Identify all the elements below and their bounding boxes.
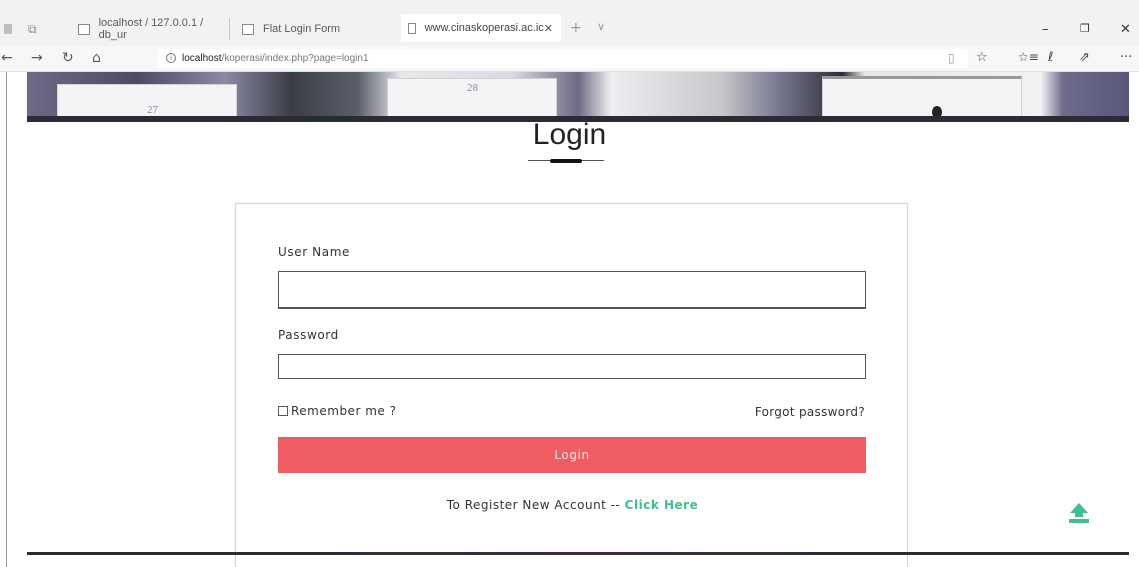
forward-arrow-icon[interactable]: → <box>31 50 43 66</box>
notes-icon[interactable]: ℓ <box>1048 50 1053 65</box>
remember-me-checkbox[interactable]: Remember me ? <box>278 404 396 418</box>
tab-label: www.cinaskoperasi.ac.ic <box>424 22 544 34</box>
tab-label: localhost / 127.0.0.1 / db_ur <box>98 17 204 41</box>
password-input[interactable] <box>278 354 866 379</box>
close-window-icon[interactable]: ✕ <box>1120 22 1131 37</box>
back-arrow-icon[interactable]: ← <box>1 50 13 66</box>
scroll-to-top-icon[interactable] <box>1066 500 1092 526</box>
minimize-icon[interactable]: – <box>1042 22 1049 37</box>
tab-flat-login-form[interactable]: Flat Login Form <box>236 18 396 40</box>
url-host: localhost <box>182 53 222 64</box>
page-title: Login <box>532 118 607 151</box>
register-text: To Register New Account -- <box>446 498 625 512</box>
title-accent-bar <box>550 159 582 163</box>
tab-actions-icon[interactable] <box>4 24 12 34</box>
browser-tab-bar: ⧉ localhost / 127.0.0.1 / db_ur Flat Log… <box>0 0 1139 46</box>
tab-active-koperasi[interactable]: www.cinaskoperasi.ac.ic ✕ <box>401 14 561 42</box>
login-button[interactable]: Login <box>278 437 866 473</box>
username-input[interactable] <box>278 271 866 309</box>
url-input[interactable]: i localhost/koperasi/index.php?page=login… <box>158 49 968 68</box>
page-favicon-icon <box>408 22 416 34</box>
footer-divider <box>27 552 1129 555</box>
tab-phpmyadmin[interactable]: localhost / 127.0.0.1 / db_ur <box>50 17 230 41</box>
tab-list-chevron-icon[interactable]: ∨ <box>597 20 605 33</box>
refresh-icon[interactable]: ↻ <box>62 50 74 66</box>
reading-view-icon[interactable]: ▯ <box>948 51 955 65</box>
page-favicon-icon <box>242 23 254 35</box>
share-icon[interactable]: ⇗ <box>1079 50 1090 65</box>
hero-banner-image: 27 28 <box>27 72 1129 122</box>
favorites-icon[interactable]: ☆≡ <box>1018 50 1039 64</box>
address-bar: ← → ↻ ⌂ i localhost/koperasi/index.php?pa… <box>0 46 1139 72</box>
set-aside-tabs-icon[interactable]: ⧉ <box>28 22 37 37</box>
forgot-password-link[interactable]: Forgot password? <box>755 405 865 419</box>
register-link[interactable]: Click Here <box>625 498 699 512</box>
banner-number: 28 <box>467 82 478 94</box>
password-label: Password <box>278 328 339 342</box>
home-icon[interactable]: ⌂ <box>92 50 101 66</box>
checkbox-icon[interactable] <box>278 406 288 416</box>
login-form-card: User Name Password Remember me ? Forgot … <box>235 203 908 567</box>
remember-me-label: Remember me ? <box>291 404 397 418</box>
tab-label: Flat Login Form <box>263 23 341 35</box>
info-icon[interactable]: i <box>166 53 176 64</box>
register-prompt: To Register New Account -- Click Here <box>236 498 909 512</box>
close-tab-icon[interactable]: ✕ <box>544 22 553 35</box>
restore-icon[interactable]: ❐ <box>1080 22 1090 35</box>
username-label: User Name <box>278 245 350 259</box>
new-tab-icon[interactable]: + <box>570 20 582 36</box>
url-path: /koperasi/index.php?page=login1 <box>221 53 369 64</box>
banner-number: 27 <box>147 104 158 116</box>
page-favicon-icon <box>78 23 90 35</box>
more-icon[interactable]: ··· <box>1120 50 1132 65</box>
star-icon[interactable]: ☆ <box>976 50 988 65</box>
